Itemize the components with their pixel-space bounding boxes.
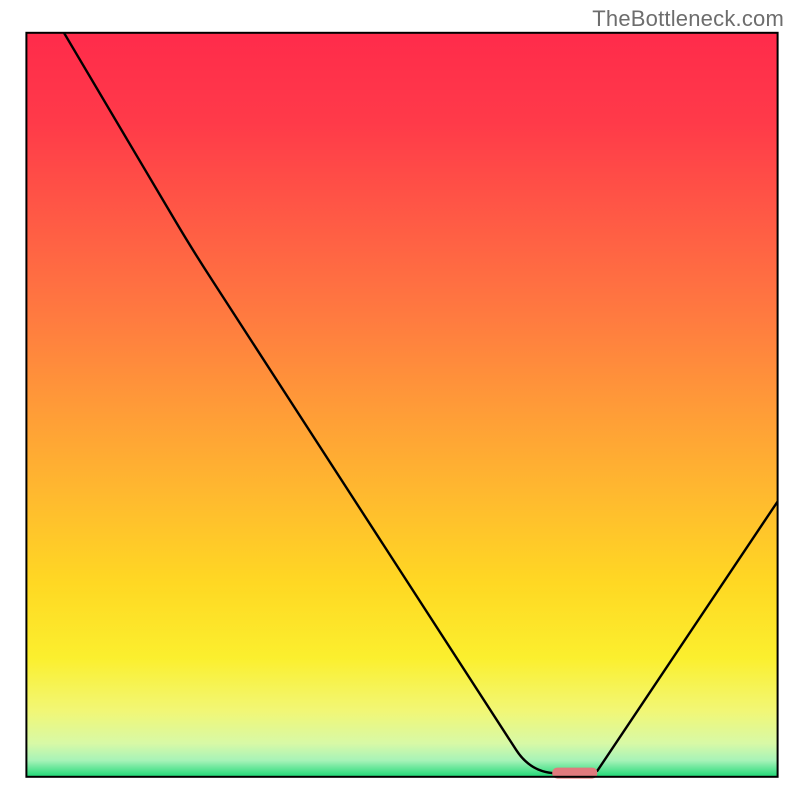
chart-canvas: [0, 0, 800, 800]
watermark-text: TheBottleneck.com: [592, 6, 784, 32]
chart-container: TheBottleneck.com: [0, 0, 800, 800]
plot-background: [26, 33, 777, 777]
